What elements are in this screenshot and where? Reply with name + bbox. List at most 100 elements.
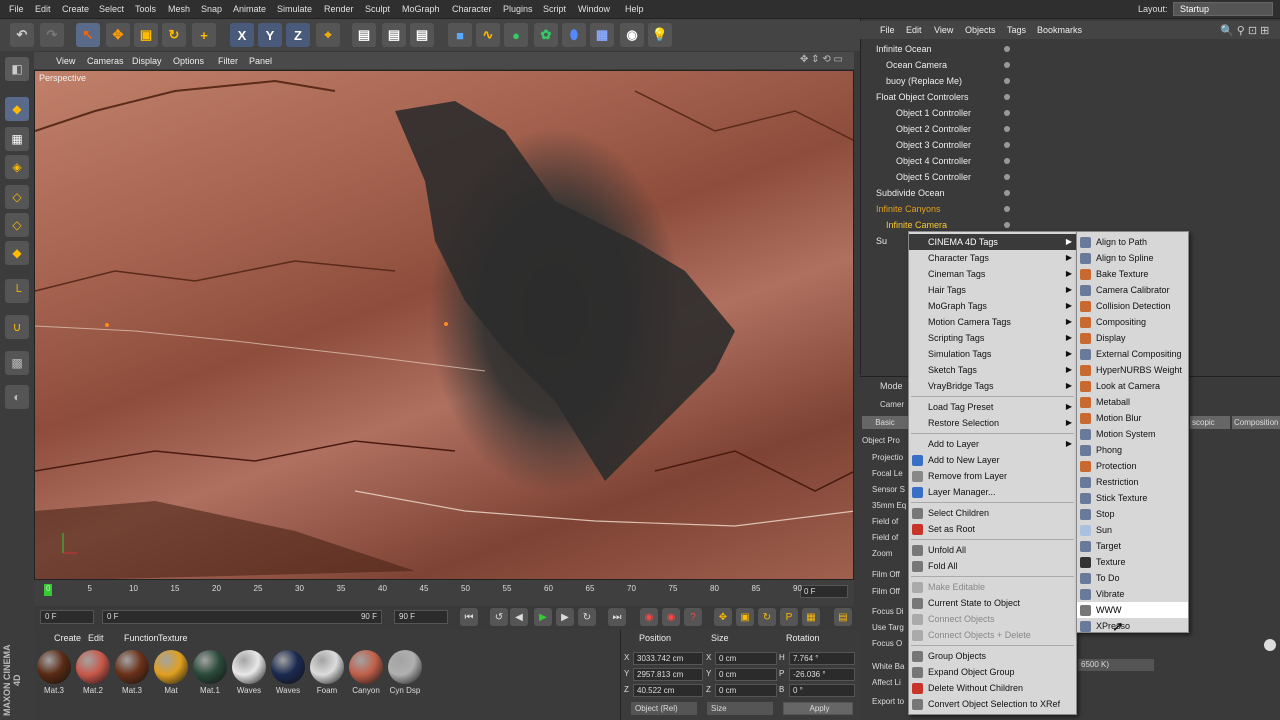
menu-create[interactable]: Create: [62, 4, 89, 14]
menu-character[interactable]: Character: [452, 4, 492, 14]
viewport-menu-display[interactable]: Display: [132, 56, 162, 66]
material-swatch[interactable]: Mat.2: [75, 650, 111, 700]
object-visibility-icon[interactable]: [1004, 190, 1010, 196]
object-row[interactable]: Object 4 Controller: [866, 153, 1046, 169]
render-settings-icon[interactable]: ▤: [410, 23, 434, 47]
tag-menu-item[interactable]: Target: [1077, 538, 1188, 554]
context-menu-item[interactable]: Restore Selection ▶: [909, 415, 1076, 431]
object-row[interactable]: Object 5 Controller: [866, 169, 1046, 185]
tag-menu-item[interactable]: Stop: [1077, 506, 1188, 522]
play-icon[interactable]: ▶: [534, 608, 552, 626]
object-visibility-icon[interactable]: [1004, 46, 1010, 52]
tag-menu-item[interactable]: Metaball: [1077, 394, 1188, 410]
object-visibility-icon[interactable]: [1004, 94, 1010, 100]
context-menu-item[interactable]: Add to Layer ▶: [909, 436, 1076, 452]
cube-icon[interactable]: ■: [448, 23, 472, 47]
tag-menu-item[interactable]: Collision Detection: [1077, 298, 1188, 314]
key-parameter-icon[interactable]: P: [780, 608, 798, 626]
object-visibility-icon[interactable]: [1004, 142, 1010, 148]
menu-mograph[interactable]: MoGraph: [402, 4, 440, 14]
tag-menu-item[interactable]: Stick Texture: [1077, 490, 1188, 506]
menu-file[interactable]: File: [9, 4, 24, 14]
edges-mode-icon[interactable]: ◇: [5, 213, 29, 237]
material-swatch[interactable]: Foam: [309, 650, 345, 700]
tag-menu-item[interactable]: HyperNURBS Weight: [1077, 362, 1188, 378]
attr-basic-tab[interactable]: Basic: [862, 416, 908, 429]
undo-icon[interactable]: ↶: [10, 23, 34, 47]
rotate-icon[interactable]: ↻: [162, 23, 186, 47]
layout-select[interactable]: Startup: [1173, 2, 1273, 16]
material-menu-edit[interactable]: Edit: [88, 633, 104, 643]
viewport[interactable]: Perspective: [34, 70, 854, 580]
tag-menu-item[interactable]: Align to Path: [1077, 234, 1188, 250]
attr-composition-tab[interactable]: Composition: [1232, 416, 1280, 429]
array-icon[interactable]: ✿: [534, 23, 558, 47]
context-menu-item[interactable]: Scripting Tags ▶: [909, 330, 1076, 346]
tag-menu-item[interactable]: WWW: [1077, 602, 1188, 618]
next-key-icon[interactable]: ↻: [578, 608, 596, 626]
autokey-icon[interactable]: ◉: [662, 608, 680, 626]
viewport-nav-icons[interactable]: ✥ ⇕ ⟲ ▭: [800, 54, 843, 65]
tag-menu-item[interactable]: Protection: [1077, 458, 1188, 474]
timeline-window-icon[interactable]: ▤: [834, 608, 852, 626]
menu-help[interactable]: Help: [625, 4, 644, 14]
key-rotation-icon[interactable]: ↻: [758, 608, 776, 626]
material-swatch[interactable]: Mat.3: [114, 650, 150, 700]
object-search-icons[interactable]: 🔍 ⚲ ⊡ ⊞: [1220, 24, 1269, 37]
tag-menu-item[interactable]: XPresso: [1077, 618, 1188, 634]
camera-icon[interactable]: ◉: [620, 23, 644, 47]
menu-script[interactable]: Script: [543, 4, 566, 14]
object-menu-tags[interactable]: Tags: [1007, 25, 1026, 35]
size-field[interactable]: 0 cm: [715, 684, 777, 697]
viewport-menu-cameras[interactable]: Cameras: [87, 56, 124, 66]
rotation-field[interactable]: 0 °: [789, 684, 855, 697]
make-editable-icon[interactable]: ◧: [5, 57, 29, 81]
menu-tools[interactable]: Tools: [135, 4, 156, 14]
context-menu-item[interactable]: Select Children: [909, 505, 1076, 521]
position-field[interactable]: 3033.742 cm: [633, 652, 703, 665]
object-menu-edit[interactable]: Edit: [906, 25, 922, 35]
deformer-icon[interactable]: ⬮: [562, 23, 586, 47]
spline-icon[interactable]: ∿: [476, 23, 500, 47]
axis-mode-icon[interactable]: └: [5, 279, 29, 303]
context-menu-item[interactable]: Expand Object Group: [909, 664, 1076, 680]
context-menu-item[interactable]: VrayBridge Tags ▶: [909, 378, 1076, 394]
apply-button[interactable]: Apply: [783, 702, 853, 715]
render-view-icon[interactable]: ▤: [352, 23, 376, 47]
viewport-menu-view[interactable]: View: [56, 56, 75, 66]
menu-snap[interactable]: Snap: [201, 4, 222, 14]
y-axis-icon[interactable]: Y: [258, 23, 282, 47]
context-menu-item[interactable]: Fold All: [909, 558, 1076, 574]
timeline[interactable]: 0 F 0 5 10 15 20 25 30 35 40 45 50 55 60 65 70 75 80 85 90: [34, 580, 854, 606]
material-swatch[interactable]: Mat.3: [36, 650, 72, 700]
white-balance-select[interactable]: 6500 K): [1078, 659, 1154, 671]
context-menu-item[interactable]: Hair Tags ▶: [909, 282, 1076, 298]
key-position-icon[interactable]: ✥: [714, 608, 732, 626]
tag-menu-item[interactable]: Motion Blur: [1077, 410, 1188, 426]
tag-menu-item[interactable]: Sun: [1077, 522, 1188, 538]
context-menu-item[interactable]: Convert Object Selection to XRef: [909, 696, 1076, 712]
object-row[interactable]: Object 3 Controller: [866, 137, 1046, 153]
material-menu-texture[interactable]: Texture: [158, 633, 188, 643]
object-visibility-icon[interactable]: [1004, 222, 1010, 228]
tag-menu-item[interactable]: External Compositing: [1077, 346, 1188, 362]
context-menu-item[interactable]: Delete Without Children: [909, 680, 1076, 696]
object-row[interactable]: buoy (Replace Me): [866, 73, 1046, 89]
lock-workplane-icon[interactable]: ▩: [5, 351, 29, 375]
position-field[interactable]: 2957.813 cm: [633, 668, 703, 681]
frame-range-slider[interactable]: 0 F 90 F: [102, 610, 382, 624]
object-row[interactable]: Infinite Canyons: [866, 201, 1046, 217]
points-mode-icon[interactable]: ◇: [5, 185, 29, 209]
object-row[interactable]: Ocean Camera: [866, 57, 1046, 73]
menu-window[interactable]: Window: [578, 4, 610, 14]
tag-menu-item[interactable]: To Do: [1077, 570, 1188, 586]
planar-workplane-icon[interactable]: ◐: [5, 385, 29, 409]
context-menu-item[interactable]: CINEMA 4D Tags ▶: [909, 234, 1076, 250]
current-frame-field[interactable]: 0 F: [800, 585, 848, 598]
context-menu-item[interactable]: Character Tags ▶: [909, 250, 1076, 266]
polygons-mode-icon[interactable]: ◆: [5, 241, 29, 265]
material-swatch[interactable]: Cyn Dsp: [387, 650, 423, 700]
tag-menu-item[interactable]: Camera Calibrator: [1077, 282, 1188, 298]
context-menu-item[interactable]: Group Objects: [909, 648, 1076, 664]
menu-render[interactable]: Render: [324, 4, 354, 14]
